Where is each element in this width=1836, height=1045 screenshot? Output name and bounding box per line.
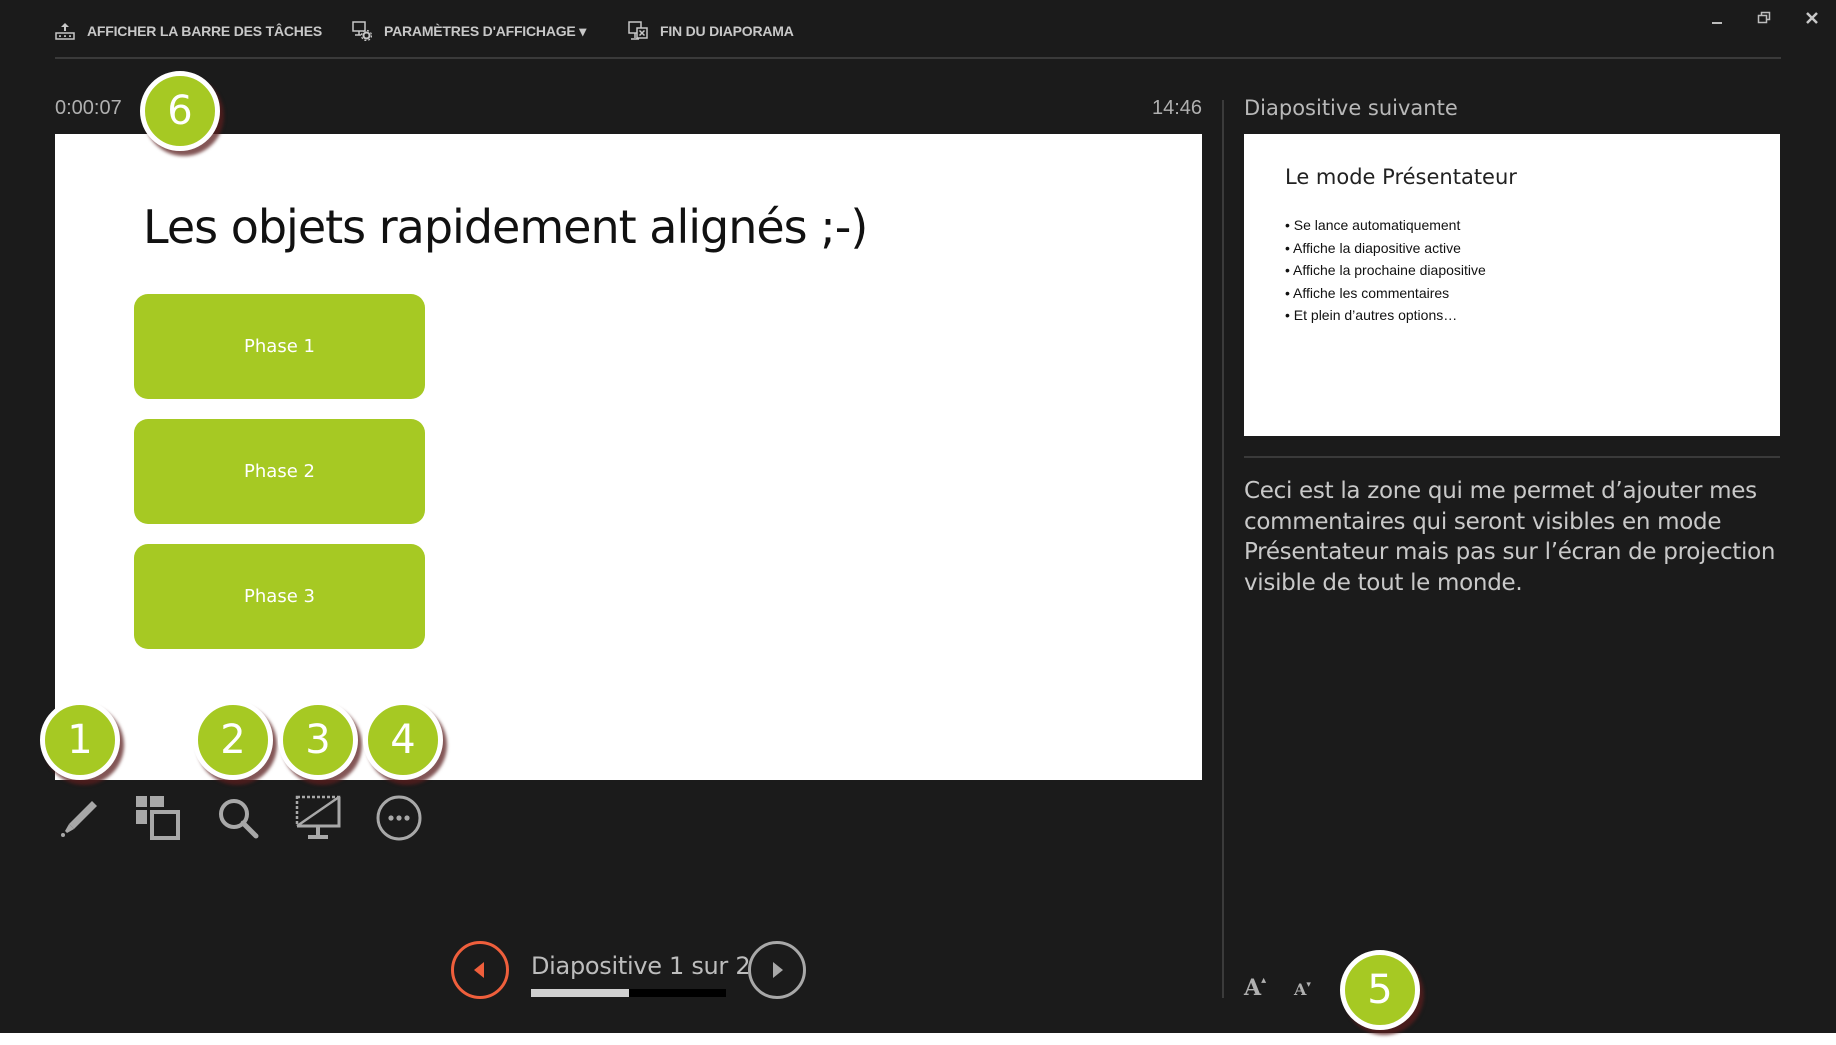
more-options-icon <box>376 795 422 841</box>
previous-arrow-icon <box>474 962 484 978</box>
close-button[interactable] <box>1797 6 1827 30</box>
display-settings-button[interactable]: PARAMÈTRES D'AFFICHAGE ▾ <box>352 20 586 42</box>
close-icon <box>1806 12 1818 24</box>
previous-slide-button[interactable] <box>451 941 509 999</box>
slide-progress-fill <box>531 989 629 997</box>
bullet-item: Affiche les commentaires <box>1285 282 1486 305</box>
end-slideshow-icon <box>628 21 648 41</box>
slide-progress-bar <box>531 989 726 997</box>
callout-1: 1 <box>40 700 120 780</box>
taskbar-icon <box>55 22 75 40</box>
end-slideshow-button[interactable]: FIN DU DIAPORAMA <box>628 20 794 42</box>
next-slide-label: Diapositive suivante <box>1244 96 1458 120</box>
next-slide-bullets: Se lance automatiquement Affiche la diap… <box>1285 214 1486 327</box>
more-options-button[interactable] <box>374 793 424 843</box>
zoom-slide-button[interactable] <box>213 793 263 843</box>
magnifier-icon <box>219 799 259 839</box>
restore-button[interactable] <box>1749 6 1779 30</box>
callout-6: 6 <box>140 71 220 151</box>
next-slide-preview[interactable]: Le mode Présentateur Se lance automatiqu… <box>1244 134 1780 436</box>
slides-grid-icon <box>136 796 180 840</box>
display-settings-icon <box>352 21 372 41</box>
current-slide[interactable]: Les objets rapidement alignés ;-) Phase … <box>55 134 1202 780</box>
phase-shape: Phase 1 <box>134 294 425 399</box>
notes-separator <box>1244 456 1780 458</box>
show-taskbar-label: AFFICHER LA BARRE DES TÂCHES <box>87 23 322 39</box>
elapsed-timer[interactable]: 0:00:07 <box>55 97 122 120</box>
phase-shape: Phase 3 <box>134 544 425 649</box>
bullet-item: Se lance automatiquement <box>1285 214 1486 237</box>
minimize-button[interactable] <box>1702 6 1732 30</box>
topbar-separator <box>55 57 1781 59</box>
callout-3: 3 <box>278 700 358 780</box>
next-slide-button[interactable] <box>748 941 806 999</box>
speaker-notes[interactable]: Ceci est la zone qui me permet d’ajouter… <box>1244 476 1784 598</box>
font-increase-icon: A <box>1244 975 1262 1001</box>
current-time: 14:46 <box>1152 97 1203 119</box>
decrease-font-button[interactable]: A▾ <box>1294 980 1311 999</box>
screen-toggle-icon <box>295 795 341 839</box>
increase-font-button[interactable]: A▴ <box>1244 975 1266 1001</box>
pen-tool-button[interactable] <box>54 793 104 843</box>
slide-counter[interactable]: Diapositive 1 sur 2 <box>531 952 751 980</box>
bullet-item: Affiche la diapositive active <box>1285 237 1486 260</box>
bullet-item: Affiche la prochaine diapositive <box>1285 259 1486 282</box>
pen-icon <box>61 801 97 837</box>
see-all-slides-button[interactable] <box>133 793 183 843</box>
minimize-icon <box>1712 22 1722 24</box>
end-slideshow-label: FIN DU DIAPORAMA <box>660 23 794 39</box>
next-slide-title: Le mode Présentateur <box>1285 165 1517 189</box>
next-arrow-icon <box>773 962 783 978</box>
phase-shape: Phase 2 <box>134 419 425 524</box>
display-settings-label: PARAMÈTRES D'AFFICHAGE ▾ <box>384 22 587 39</box>
restore-icon <box>1757 11 1771 24</box>
presenter-view: AFFICHER LA BARRE DES TÂCHES PARAMÈTRES … <box>0 0 1836 1033</box>
callout-4: 4 <box>363 700 443 780</box>
font-decrease-icon: A <box>1294 980 1307 999</box>
pane-divider[interactable] <box>1222 100 1224 998</box>
show-taskbar-button[interactable]: AFFICHER LA BARRE DES TÂCHES <box>55 20 322 42</box>
callout-5: 5 <box>1340 950 1420 1030</box>
slide-title: Les objets rapidement alignés ;-) <box>143 200 868 254</box>
black-screen-button[interactable] <box>293 793 343 843</box>
callout-2: 2 <box>193 700 273 780</box>
bullet-item: Et plein d’autres options… <box>1285 304 1486 327</box>
